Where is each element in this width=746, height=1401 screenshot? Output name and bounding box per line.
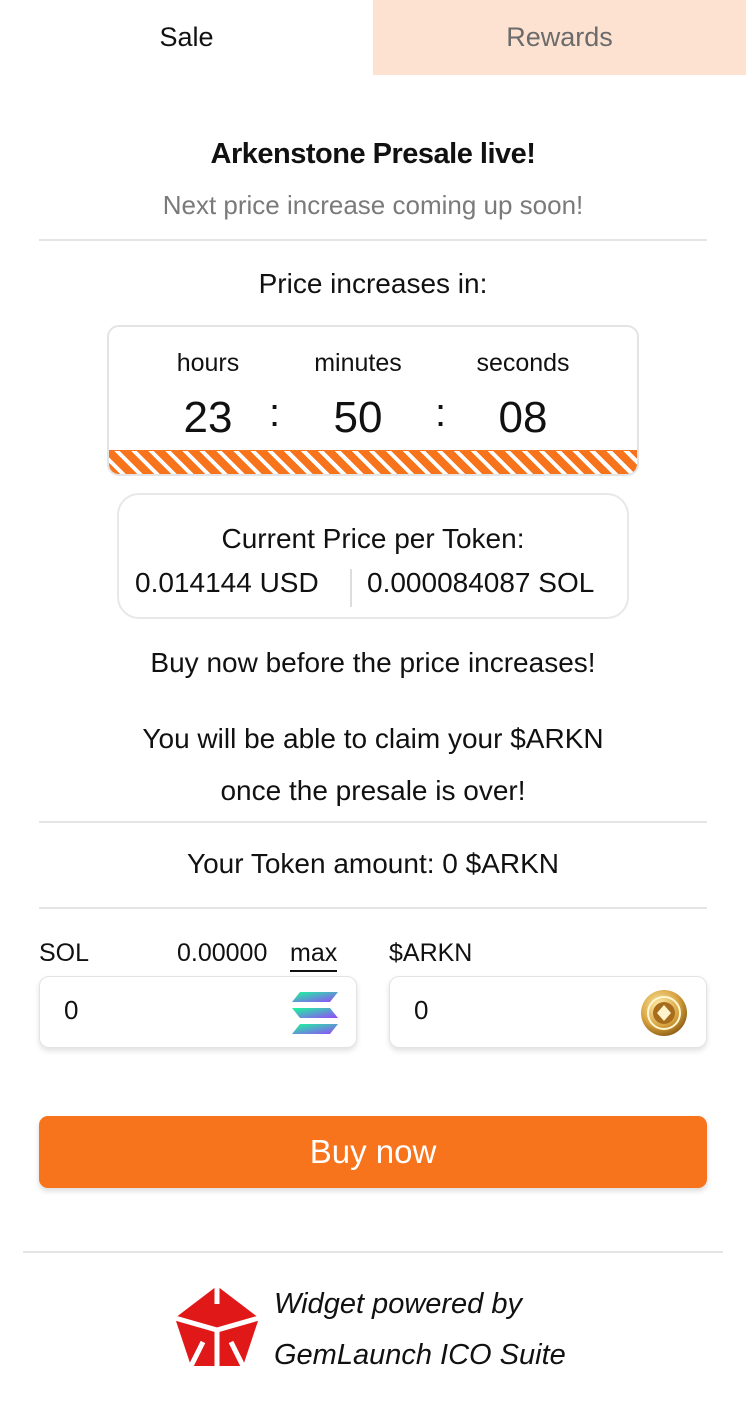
tab-bar: Sale Rewards — [0, 0, 746, 75]
arkn-input-box — [389, 976, 707, 1048]
buy-now-button[interactable]: Buy now — [39, 1116, 707, 1188]
countdown-progress-stripes — [109, 450, 637, 474]
countdown-timer: hours 23 : minutes 50 : seconds 08 — [107, 325, 639, 476]
claim-message: You will be able to claim your $ARKN onc… — [0, 713, 746, 817]
footer-credit[interactable]: Widget powered by GemLaunch ICO Suite — [274, 1279, 566, 1381]
solana-icon — [292, 992, 338, 1034]
countdown-separator: : — [269, 391, 281, 435]
hours-label: hours — [176, 349, 240, 377]
seconds-value: 08 — [498, 393, 548, 442]
divider — [39, 907, 707, 909]
current-price-card: Current Price per Token: 0.014144 USD 0.… — [117, 493, 629, 619]
claim-line-1: You will be able to claim your $ARKN — [142, 723, 604, 754]
sol-amount-input[interactable] — [64, 995, 264, 1026]
tab-sale[interactable]: Sale — [0, 0, 373, 75]
minutes-value: 50 — [333, 393, 383, 442]
divider — [39, 821, 707, 823]
sol-label: SOL — [39, 939, 90, 967]
price-divider — [350, 569, 352, 607]
tab-rewards[interactable]: Rewards — [373, 0, 746, 75]
footer-divider — [23, 1251, 723, 1253]
price-label: Current Price per Token: — [221, 523, 525, 554]
minutes-label: minutes — [314, 349, 402, 377]
price-sol: 0.000084087 SOL — [367, 567, 595, 598]
arkenstone-token-icon — [641, 990, 687, 1036]
footer-line-1: Widget powered by — [274, 1288, 522, 1320]
seconds-label: seconds — [476, 349, 570, 377]
page-subtitle: Next price increase coming up soon! — [162, 190, 584, 220]
sol-balance: 0.00000 — [177, 939, 268, 967]
hours-value: 23 — [183, 393, 233, 442]
max-button[interactable]: max — [290, 939, 338, 972]
gemlaunch-logo — [174, 1286, 260, 1368]
claim-line-2: once the presale is over! — [220, 775, 526, 806]
countdown-separator: : — [435, 391, 447, 435]
countdown-heading: Price increases in: — [258, 268, 488, 299]
page-title: Arkenstone Presale live! — [210, 138, 536, 170]
price-usd: 0.014144 USD — [135, 567, 319, 598]
arkn-label: $ARKN — [389, 939, 473, 967]
sol-input-box — [39, 976, 357, 1048]
divider — [39, 239, 707, 241]
buy-message: Buy now before the price increases! — [150, 647, 596, 678]
token-amount: Your Token amount: 0 $ARKN — [186, 848, 559, 879]
footer-line-2: GemLaunch ICO Suite — [274, 1339, 566, 1371]
arkn-amount-input[interactable] — [414, 995, 614, 1026]
